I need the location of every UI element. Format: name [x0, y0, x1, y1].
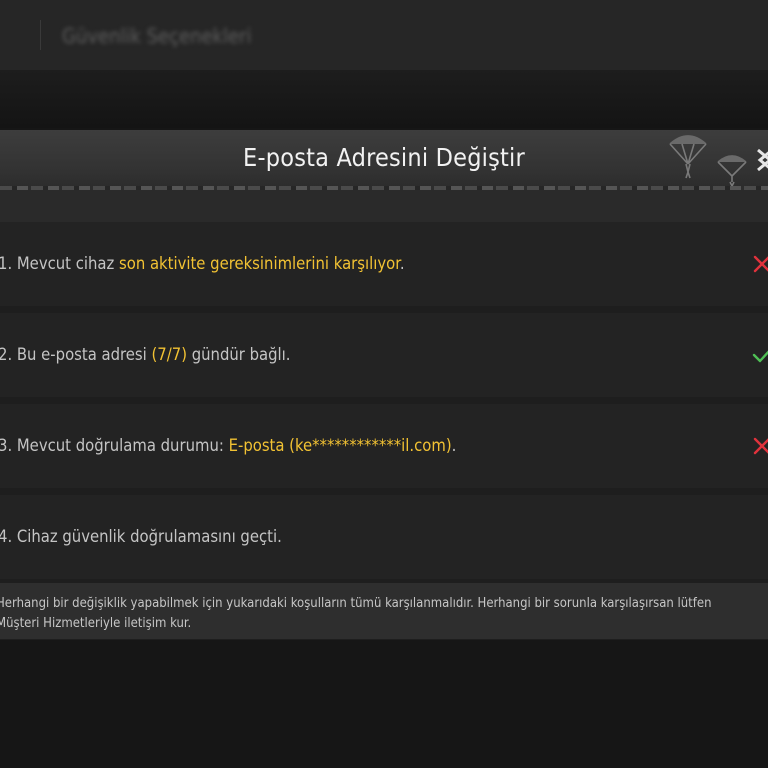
header-shadow-band	[0, 190, 768, 222]
requirement-highlight: E-posta (ke************il.com)	[228, 436, 452, 455]
back-icon: ‹	[0, 12, 16, 42]
background-title: Güvenlik Seçenekleri	[62, 24, 252, 48]
requirement-prefix: 2. Bu e-posta adresi	[0, 345, 152, 364]
close-icon[interactable]	[754, 140, 768, 180]
requirement-text: 2. Bu e-posta adresi (7/7) gündür bağlı.	[0, 313, 291, 397]
requirement-suffix: .	[451, 436, 457, 455]
check-icon	[752, 350, 768, 363]
requirement-suffix: gündür bağlı.	[187, 345, 291, 364]
requirement-suffix: .	[399, 254, 405, 273]
requirement-prefix: 4. Cihaz güvenlik doğrulamasını geçti.	[0, 527, 282, 546]
requirements-note: Herhangi bir değişiklik yapabilmek için …	[0, 583, 768, 639]
requirement-highlight: son aktivite gereksinimlerini karşılıyor	[119, 254, 400, 273]
requirement-highlight: (7/7)	[151, 345, 187, 364]
cross-icon	[753, 255, 768, 273]
requirement-row-2: 2. Bu e-posta adresi (7/7) gündür bağlı.	[0, 313, 768, 397]
dialog-header: E-posta Adresini Değiştir	[0, 130, 768, 190]
note-line-1: Herhangi bir değişiklik yapabilmek için …	[0, 596, 712, 611]
requirement-row-1: 1. Mevcut cihaz son aktivite gereksiniml…	[0, 222, 768, 306]
dialog-title: E-posta Adresini Değiştir	[243, 143, 525, 172]
note-line-2: Müşteri Hizmetleriyle iletişim kur.	[0, 616, 192, 631]
requirement-prefix: 1. Mevcut cihaz	[0, 254, 119, 273]
requirement-text: 1. Mevcut cihaz son aktivite gereksiniml…	[0, 222, 405, 306]
change-email-dialog: E-posta Adresini Değiştir 1. Mevcut ciha…	[0, 130, 768, 640]
header-divider	[40, 20, 41, 50]
requirement-text: 3. Mevcut doğrulama durumu: E-posta (ke*…	[0, 404, 456, 488]
background-header: ‹ Güvenlik Seçenekleri	[0, 0, 768, 71]
requirement-text: 4. Cihaz güvenlik doğrulamasını geçti.	[0, 495, 282, 579]
parachute-decoration-icon	[669, 135, 747, 188]
requirement-row-3: 3. Mevcut doğrulama durumu: E-posta (ke*…	[0, 404, 768, 488]
requirement-prefix: 3. Mevcut doğrulama durumu:	[0, 436, 229, 455]
requirement-row-4: 4. Cihaz güvenlik doğrulamasını geçti.	[0, 495, 768, 579]
cross-icon	[753, 437, 768, 455]
